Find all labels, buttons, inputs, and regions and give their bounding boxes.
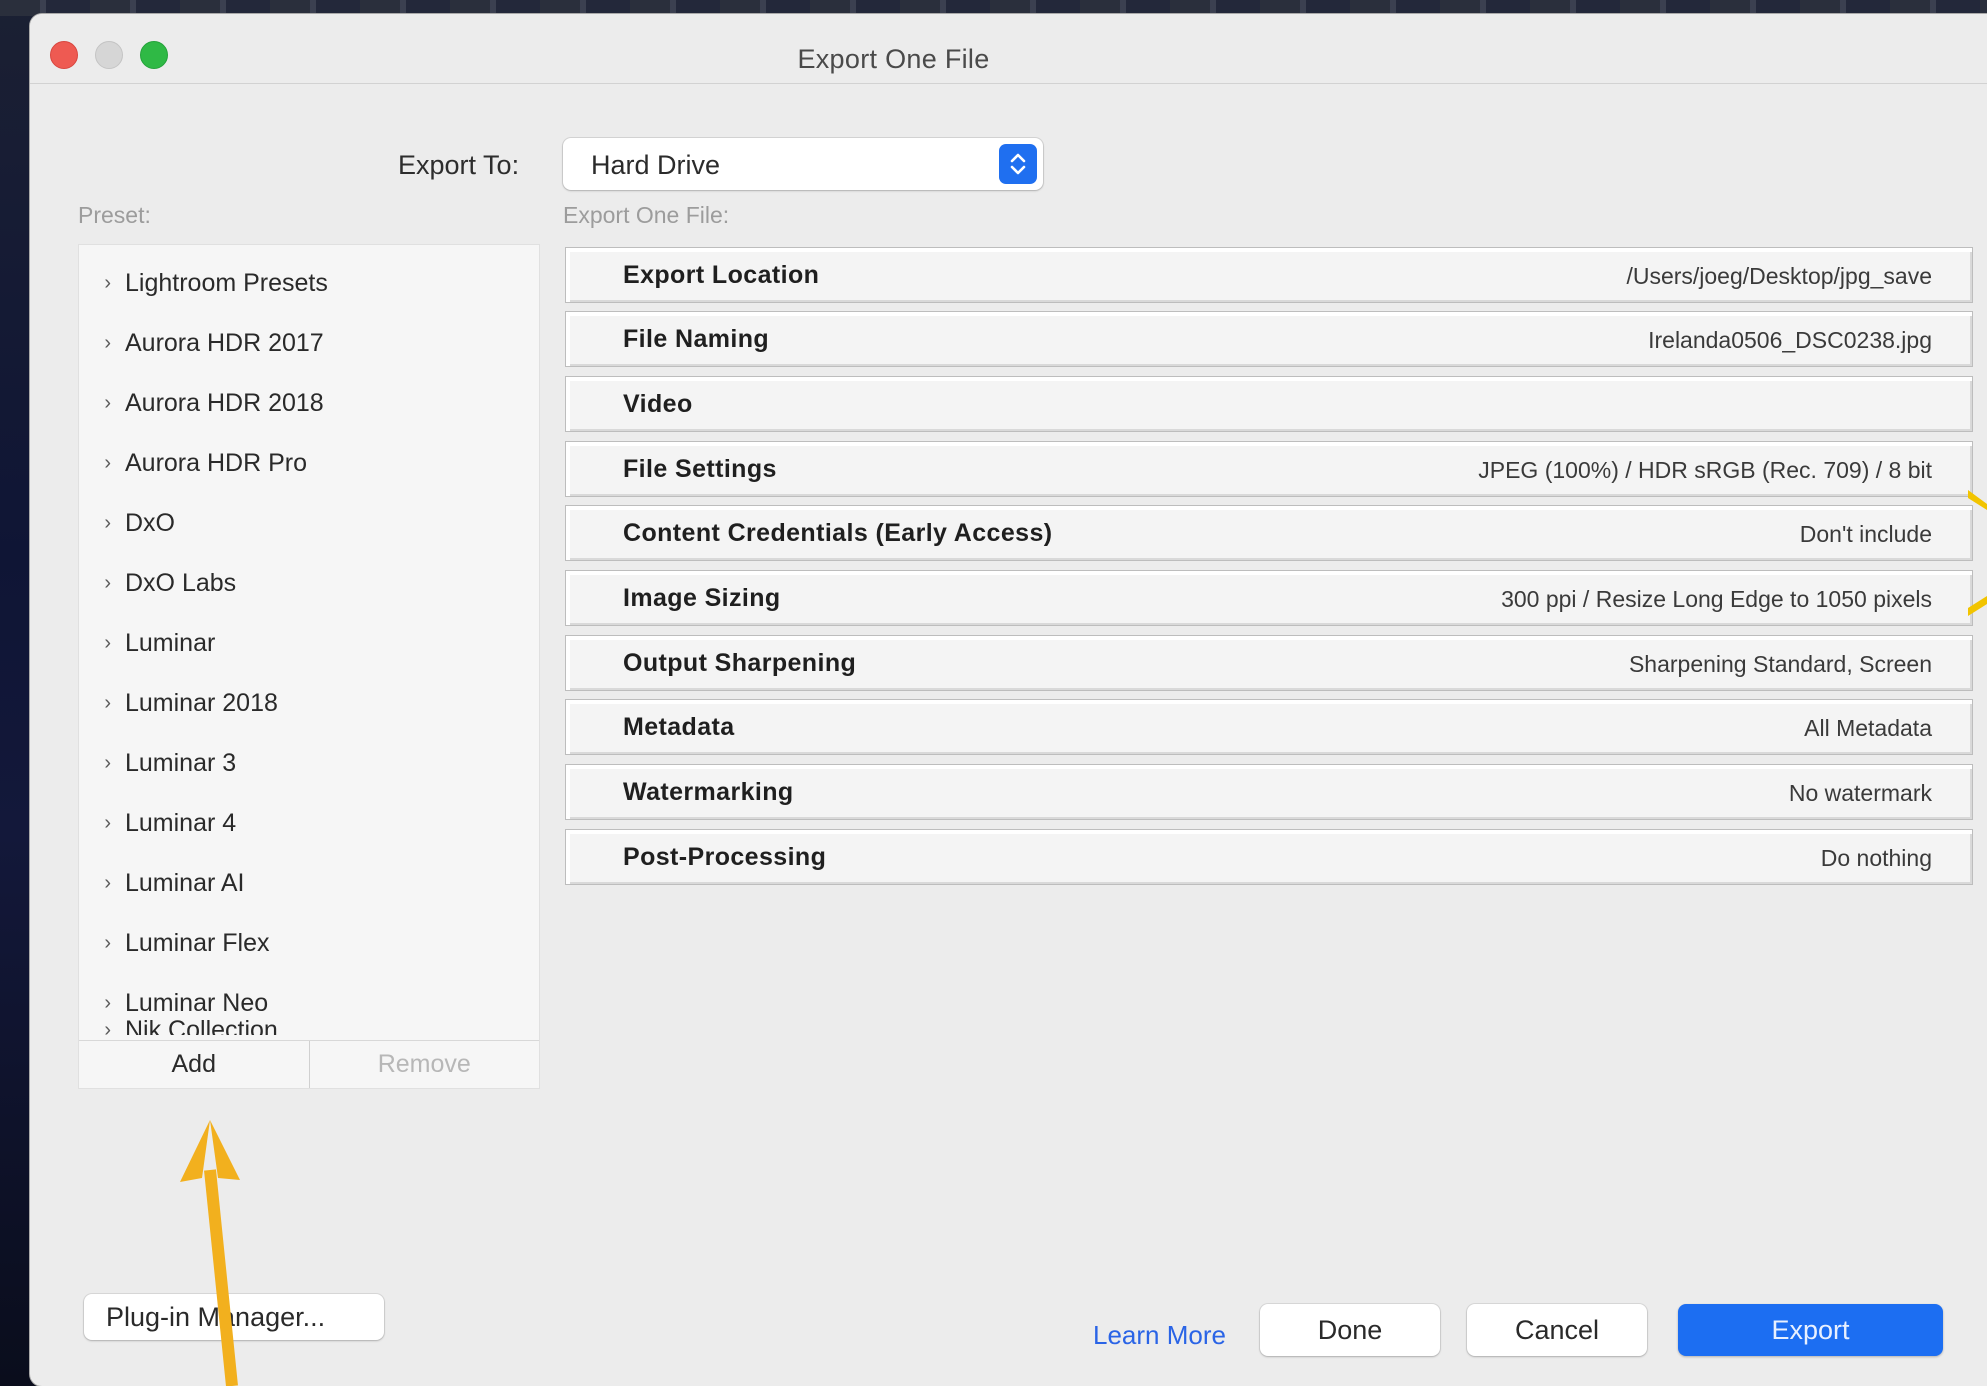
section-name: Export Location xyxy=(623,261,820,289)
export-dialog: Export One File Export To: Hard Drive Pr… xyxy=(30,14,1987,1386)
chevron-right-icon: › xyxy=(104,511,111,534)
section-export-location[interactable]: Export Location /Users/joeg/Desktop/jpg_… xyxy=(565,247,1973,303)
section-output-sharpening[interactable]: Output Sharpening Sharpening Standard, S… xyxy=(565,635,1973,691)
chevron-right-icon: › xyxy=(104,631,111,654)
section-name: Content Credentials (Early Access) xyxy=(623,519,1053,547)
preset-folder[interactable]: › Luminar 3 xyxy=(79,734,539,792)
chevron-right-icon: › xyxy=(104,1018,111,1036)
chevron-right-icon: › xyxy=(104,931,111,954)
annotation-arrow-icon xyxy=(180,1120,240,1386)
updown-chevron-icon xyxy=(999,144,1037,184)
preset-folder-label: DxO xyxy=(125,508,175,537)
section-summary: Irelanda0506_DSC0238.jpg xyxy=(1648,327,1932,353)
section-summary: Sharpening Standard, Screen xyxy=(1628,651,1932,677)
preset-folder-label: Luminar 3 xyxy=(125,748,237,777)
preset-folder-label: Aurora HDR 2017 xyxy=(125,328,324,357)
section-image-sizing[interactable]: Image Sizing 300 ppi / Resize Long Edge … xyxy=(565,570,1973,626)
preset-folder[interactable]: › Luminar 2018 xyxy=(79,674,539,732)
export-button[interactable]: Export xyxy=(1678,1304,1943,1356)
preset-folder-label: Aurora HDR Pro xyxy=(125,448,307,477)
preset-folder-label: Aurora HDR 2018 xyxy=(125,388,324,417)
section-name: Image Sizing xyxy=(623,584,781,612)
export-sections-heading: Export One File: xyxy=(563,202,730,228)
chevron-right-icon: › xyxy=(104,331,111,354)
preset-folder-label: Luminar xyxy=(125,628,216,657)
preset-folder[interactable]: › Aurora HDR 2017 xyxy=(79,314,539,372)
preset-buttons: Add Remove xyxy=(79,1040,539,1088)
section-watermarking[interactable]: Watermarking No watermark xyxy=(565,764,1973,820)
preset-list[interactable]: › Lightroom Presets › Aurora HDR 2017 › … xyxy=(79,245,539,1036)
preset-folder[interactable]: › DxO Labs xyxy=(79,554,539,612)
annotation-marks-icon xyxy=(1968,490,1987,616)
export-to-label: Export To: xyxy=(398,150,520,180)
preset-folder[interactable]: › Luminar xyxy=(79,614,539,672)
export-to-value: Hard Drive xyxy=(591,150,721,180)
preset-folder-label: Nik Collection xyxy=(125,1015,278,1036)
preset-folder[interactable]: › DxO xyxy=(79,494,539,552)
chevron-right-icon: › xyxy=(104,871,111,894)
section-file-settings[interactable]: File Settings JPEG (100%) / HDR sRGB (Re… xyxy=(565,441,1973,497)
section-name: File Naming xyxy=(623,325,770,353)
preset-folder[interactable]: › Aurora HDR 2018 xyxy=(79,374,539,432)
section-video[interactable]: Video xyxy=(565,376,1973,432)
preset-heading: Preset: xyxy=(78,202,151,228)
preset-folder-label: Lightroom Presets xyxy=(125,268,328,297)
cancel-button[interactable]: Cancel xyxy=(1467,1304,1647,1356)
section-name: Watermarking xyxy=(623,778,794,806)
preset-folder[interactable]: › Lightroom Presets xyxy=(79,254,539,312)
section-name: Video xyxy=(623,390,693,418)
preset-folder-label: Luminar 4 xyxy=(125,808,237,837)
remove-preset-button: Remove xyxy=(377,1050,471,1078)
section-post-processing[interactable]: Post-Processing Do nothing xyxy=(565,829,1973,885)
section-summary: All Metadata xyxy=(1804,715,1932,741)
chevron-right-icon: › xyxy=(104,691,111,714)
section-summary: Do nothing xyxy=(1820,845,1932,871)
chevron-right-icon: › xyxy=(104,751,111,774)
section-name: Metadata xyxy=(623,713,735,741)
section-name: Output Sharpening xyxy=(623,649,857,677)
add-preset-button[interactable]: Add xyxy=(79,1041,310,1088)
preset-folder-label: Luminar AI xyxy=(125,868,245,897)
chevron-right-icon: › xyxy=(104,391,111,414)
preset-panel: › Lightroom Presets › Aurora HDR 2017 › … xyxy=(78,244,540,1089)
preset-folder[interactable]: › Luminar Flex xyxy=(79,914,539,972)
section-metadata[interactable]: Metadata All Metadata xyxy=(565,699,1973,755)
preset-folder-label: DxO Labs xyxy=(125,568,237,597)
section-summary: No watermark xyxy=(1788,780,1932,806)
preset-folder-label: Luminar 2018 xyxy=(125,688,278,717)
section-file-naming[interactable]: File Naming Irelanda0506_DSC0238.jpg xyxy=(565,311,1973,367)
chevron-right-icon: › xyxy=(104,271,111,294)
chevron-right-icon: › xyxy=(104,571,111,594)
chevron-right-icon: › xyxy=(104,451,111,474)
chevron-right-icon: › xyxy=(104,811,111,834)
section-summary: /Users/joeg/Desktop/jpg_save xyxy=(1626,263,1932,289)
learn-more-link[interactable]: Learn More xyxy=(1093,1320,1226,1351)
section-content-credentials[interactable]: Content Credentials (Early Access) Don't… xyxy=(565,505,1973,561)
preset-folder-label: Luminar Flex xyxy=(125,928,270,957)
preset-folder[interactable]: › Aurora HDR Pro xyxy=(79,434,539,492)
title-bar: Export One File xyxy=(30,14,1987,84)
preset-folder[interactable]: › Luminar AI xyxy=(79,854,539,912)
done-button[interactable]: Done xyxy=(1260,1304,1440,1356)
preset-folder[interactable]: › Nik Collection xyxy=(79,1003,539,1036)
section-summary: JPEG (100%) / HDR sRGB (Rec. 709) / 8 bi… xyxy=(1478,457,1932,483)
section-summary: Don't include xyxy=(1799,521,1932,547)
export-to-select[interactable]: Hard Drive xyxy=(563,138,1043,190)
section-name: Post-Processing xyxy=(623,843,827,871)
section-summary: 300 ppi / Resize Long Edge to 1050 pixel… xyxy=(1501,586,1932,612)
section-name: File Settings xyxy=(623,455,777,483)
window-title: Export One File xyxy=(797,44,990,74)
preset-folder[interactable]: › Luminar 4 xyxy=(79,794,539,852)
